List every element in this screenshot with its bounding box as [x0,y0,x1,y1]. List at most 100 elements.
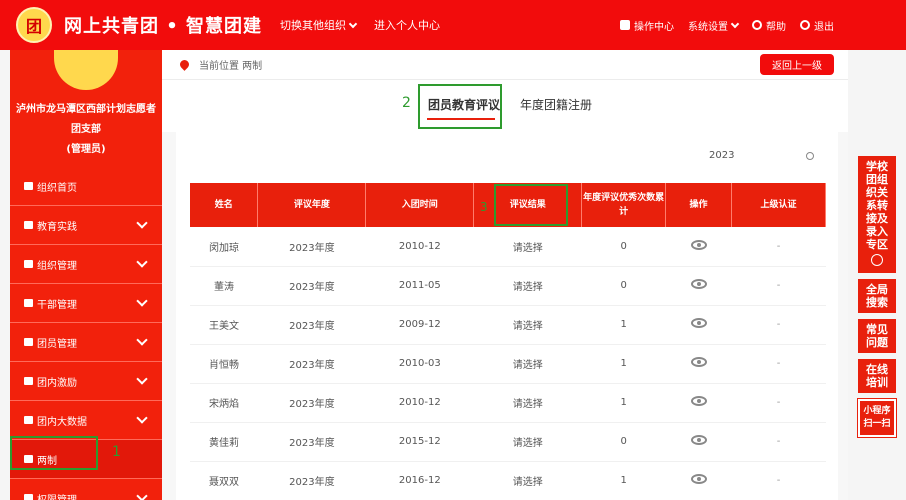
sidebar-item-label: 组织首页 [37,182,77,194]
cell-result-select[interactable]: 请选择 [473,422,582,462]
cell-name: 宋炳焰 [190,383,258,423]
cell-count: 0 [581,266,666,306]
column-header-join-date: 入团时间 [365,183,475,227]
cell-action [665,344,732,384]
table-row: 肖恒畅 2023年度 2010-03 请选择 1 - [190,344,826,384]
back-button[interactable]: 返回上一级 [760,54,834,75]
eye-icon[interactable] [690,239,707,250]
cell-action [665,266,732,306]
annotation-number-2: 2 [402,95,411,111]
personal-center-label: 进入个人中心 [374,19,441,32]
chevron-down-icon [136,490,148,500]
personal-center-link[interactable]: 进入个人中心 [374,17,440,33]
org-role: (管理员) [66,144,106,155]
highlight-box-2 [418,84,502,129]
cell-certification: - [731,422,826,462]
cell-result-select[interactable]: 请选择 [473,344,582,384]
online-training-button[interactable]: 在线培训 [858,359,896,393]
sidebar-item-permissions[interactable]: 权限管理 [10,478,162,500]
chevron-down-icon [730,19,740,28]
tab-annual-registration[interactable]: 年度团籍注册 [520,96,592,113]
cell-year: 2023年度 [257,461,366,500]
table-row: 黄佳莉 2023年度 2015-12 请选择 0 - [190,422,826,462]
column-header-name: 姓名 [190,183,259,227]
incentive-icon [24,377,33,385]
eye-icon[interactable] [690,474,707,484]
help-link[interactable]: 帮助 [752,18,786,33]
column-header-excellent-count: 年度评议优秀次数累计 [581,183,667,227]
system-settings-link[interactable]: 系统设置 [688,18,740,33]
column-header-year: 评议年度 [257,183,367,227]
global-search-button[interactable]: 全局搜索 [858,279,896,313]
eye-icon[interactable] [690,396,707,406]
eye-icon[interactable] [690,357,707,367]
cell-count: 0 [581,422,666,462]
chevron-down-circle-icon [871,254,883,266]
sidebar-item-org-management[interactable]: 组织管理 [10,244,162,283]
sidebar-item-label: 组织管理 [37,260,77,272]
mini-program-scan-button[interactable]: 小程序扫一扫 [857,398,897,438]
sidebar-item-home[interactable]: 组织首页 [10,167,162,205]
table-row: 聂双双 2023年度 2016-12 请选择 1 - [190,461,826,500]
cell-action [665,227,732,267]
eye-icon[interactable] [690,318,707,328]
right-float-bar: 学校团组织关系转接及录入专区 全局搜索 常见问题 在线培训 小程序扫一扫 [857,156,897,443]
permission-icon [24,494,33,500]
year-select[interactable]: 2023 [709,150,734,161]
highlight-box-1 [10,436,98,470]
table-row: 王美文 2023年度 2009-12 请选择 1 - [190,305,826,345]
sidebar-item-cadre-management[interactable]: 干部管理 [10,283,162,322]
operation-center-link[interactable]: 操作中心 [620,18,674,33]
power-icon [800,20,810,30]
column-header-certification: 上级认证 [731,183,826,227]
switch-org-label: 切换其他组织 [280,19,347,32]
sidebar: 泸州市龙马潭区西部计划志愿者团支部 (管理员) 组织首页 教育实践 组织管理 干… [10,50,162,500]
switch-org-link[interactable]: 切换其他组织 [280,17,358,33]
logout-link[interactable]: 退出 [800,18,834,33]
brand-title: 网上共青团 • 智慧团建 [64,16,263,37]
cell-action [665,461,732,500]
sidebar-item-label: 团内大数据 [37,416,87,428]
cell-name: 黄佳莉 [190,422,258,462]
cell-join-date: 2010-12 [365,383,474,423]
cell-result-select[interactable]: 请选择 [473,383,582,423]
cell-count: 1 [581,305,666,345]
search-icon[interactable] [806,152,814,160]
cell-result-select[interactable]: 请选择 [473,266,582,306]
column-header-action: 操作 [665,183,733,227]
chevron-down-icon [136,412,148,424]
school-transfer-zone-label: 学校团组织关系转接及录入专区 [866,160,888,251]
annotation-number-1: 1 [112,444,121,460]
cell-action [665,305,732,345]
school-transfer-zone-button[interactable]: 学校团组织关系转接及录入专区 [858,156,896,273]
cell-result-select[interactable]: 请选择 [473,227,582,267]
cell-action [665,422,732,462]
sidebar-item-big-data[interactable]: 团内大数据 [10,400,162,439]
cell-join-date: 2016-12 [365,461,474,500]
highlight-box-3 [494,184,568,226]
cell-result-select[interactable]: 请选择 [473,305,582,345]
cell-join-date: 2011-05 [365,266,474,306]
sidebar-item-label: 权限管理 [37,494,77,500]
annotation-number-3: 3 [480,200,488,214]
chevron-down-icon [136,256,148,268]
cell-name: 肖恒畅 [190,344,258,384]
home-icon [24,182,33,190]
cell-name: 聂双双 [190,461,258,500]
sidebar-item-member-management[interactable]: 团员管理 [10,322,162,361]
faq-button[interactable]: 常见问题 [858,319,896,353]
sidebar-item-label: 团员管理 [37,338,77,350]
cell-name: 闵加琼 [190,227,258,267]
eye-icon[interactable] [690,435,707,445]
cell-count: 1 [581,461,666,500]
sidebar-item-incentive[interactable]: 团内激励 [10,361,162,400]
cell-count: 1 [581,383,666,423]
sidebar-item-education[interactable]: 教育实践 [10,205,162,244]
eye-icon[interactable] [690,279,707,289]
cell-certification: - [731,344,826,384]
org-name: 泸州市龙马潭区西部计划志愿者团支部 [16,104,156,135]
cell-join-date: 2010-12 [365,227,474,267]
cell-result-select[interactable]: 请选择 [473,461,582,500]
cell-count: 0 [581,227,666,267]
mail-icon [620,20,630,30]
